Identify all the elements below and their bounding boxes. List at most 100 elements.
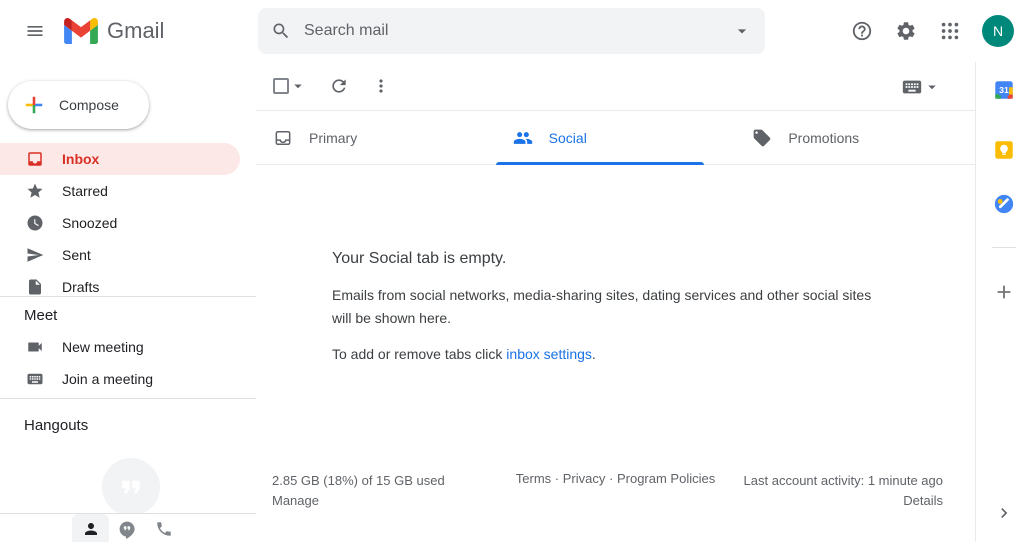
account-avatar[interactable]: N (982, 15, 1014, 47)
keyboard-icon (901, 76, 923, 98)
clock-icon (26, 214, 44, 232)
menu-icon (25, 21, 45, 41)
sidebar-item-label: Drafts (62, 279, 99, 295)
settings-button[interactable] (886, 11, 926, 51)
sidebar-item-sent[interactable]: Sent (0, 239, 240, 271)
cta-prefix: To add or remove tabs click (332, 346, 506, 362)
gmail-logo-icon (64, 18, 98, 44)
apps-grid-icon (939, 20, 961, 42)
phone-icon (155, 520, 173, 538)
separator: · (609, 471, 613, 486)
sidebar-item-label: New meeting (62, 339, 144, 355)
sidebar-item-inbox[interactable]: Inbox (0, 143, 240, 175)
left-sidebar: Compose Inbox Starred Snoozed (0, 62, 256, 542)
gmail-logo[interactable]: Gmail (64, 14, 164, 48)
sidebar-nav: Inbox Starred Snoozed Sent (0, 143, 256, 303)
keep-button[interactable] (986, 132, 1022, 168)
empty-state-description: Emails from social networks, media-shari… (332, 284, 892, 330)
dropdown-arrow-icon (732, 21, 752, 41)
more-options-button[interactable] (361, 66, 401, 106)
selected-tab-underline (496, 162, 704, 165)
meet-section: Meet New meeting Join a meeting (0, 296, 256, 398)
hangouts-header: Hangouts (0, 399, 256, 441)
people-icon (513, 128, 533, 148)
draft-icon (26, 278, 44, 296)
calendar-icon: 31 (993, 79, 1015, 101)
hangouts-chat-button[interactable] (117, 519, 137, 539)
sidebar-item-label: Join a meeting (62, 371, 153, 387)
app-name: Gmail (107, 18, 164, 44)
terms-link[interactable]: Terms (516, 471, 551, 486)
tab-promotions[interactable]: Promotions (735, 111, 975, 164)
chevron-right-icon (994, 503, 1014, 523)
select-all-control[interactable] (273, 77, 307, 95)
inbox-outline-icon (273, 128, 293, 148)
last-activity-text: Last account activity: 1 minute ago (744, 471, 943, 491)
tab-social[interactable]: Social (496, 111, 736, 164)
search-input[interactable] (304, 22, 719, 40)
inbox-settings-link[interactable]: inbox settings (506, 346, 592, 362)
select-all-checkbox[interactable] (273, 78, 289, 94)
sidebar-item-label: Sent (62, 247, 91, 263)
list-toolbar (256, 62, 975, 111)
sidebar-bottom-bar (0, 513, 256, 542)
tab-label: Promotions (788, 130, 859, 146)
manage-storage-link[interactable]: Manage (272, 491, 445, 511)
privacy-link[interactable]: Privacy (563, 471, 606, 486)
refresh-icon (329, 76, 349, 96)
separator: · (555, 471, 559, 486)
more-vert-icon (371, 76, 391, 96)
sidebar-item-join-meeting[interactable]: Join a meeting (0, 363, 240, 395)
tasks-icon (993, 193, 1015, 215)
tab-label: Primary (309, 130, 357, 146)
hamburger-menu-button[interactable] (11, 7, 59, 55)
program-policies-link[interactable]: Program Policies (617, 471, 715, 486)
get-addons-button[interactable] (986, 274, 1022, 310)
hide-side-panel-button[interactable] (986, 495, 1022, 531)
cta-suffix: . (592, 346, 596, 362)
videocam-icon (26, 338, 44, 356)
right-side-panel: 31 (975, 62, 1031, 542)
inbox-icon (26, 150, 44, 168)
compose-label: Compose (59, 97, 119, 113)
dropdown-arrow-icon (923, 78, 941, 96)
google-apps-button[interactable] (930, 11, 970, 51)
plus-multicolor-icon (23, 94, 45, 116)
help-icon (851, 20, 873, 42)
sidebar-item-snoozed[interactable]: Snoozed (0, 207, 240, 239)
compose-button[interactable]: Compose (8, 81, 149, 129)
quote-icon (116, 472, 146, 502)
tab-primary[interactable]: Primary (256, 111, 496, 164)
top-header: Gmail (0, 0, 1031, 62)
hangouts-avatar[interactable] (102, 458, 160, 516)
contacts-tab-button[interactable] (72, 514, 109, 542)
input-tools-control[interactable] (901, 62, 941, 111)
help-button[interactable] (842, 11, 882, 51)
tag-icon (752, 128, 772, 148)
phone-button[interactable] (154, 519, 174, 539)
keyboard-icon (26, 370, 44, 388)
search-button[interactable] (258, 8, 304, 54)
activity-details-link[interactable]: Details (744, 491, 943, 511)
person-icon (82, 520, 100, 538)
account-activity: Last account activity: 1 minute ago Deta… (744, 471, 943, 511)
select-dropdown-arrow-icon[interactable] (289, 77, 307, 95)
tab-label: Social (549, 130, 587, 146)
calendar-button[interactable]: 31 (986, 72, 1022, 108)
sidebar-item-new-meeting[interactable]: New meeting (0, 331, 240, 363)
search-bar (258, 8, 765, 54)
avatar-initial: N (993, 23, 1003, 39)
inbox-tabs: Primary Social Promotions (256, 111, 975, 165)
sidebar-item-label: Starred (62, 183, 108, 199)
sidebar-item-label: Snoozed (62, 215, 117, 231)
tasks-button[interactable] (986, 186, 1022, 222)
main-content: Primary Social Promotions Your Social ta… (256, 62, 975, 542)
search-icon (271, 21, 291, 41)
sidebar-item-starred[interactable]: Starred (0, 175, 240, 207)
refresh-button[interactable] (319, 66, 359, 106)
search-options-button[interactable] (719, 8, 765, 54)
empty-state-title: Your Social tab is empty. (332, 249, 892, 269)
empty-state: Your Social tab is empty. Emails from so… (332, 249, 892, 366)
rail-divider (992, 247, 1016, 248)
empty-state-cta: To add or remove tabs click inbox settin… (332, 343, 892, 366)
